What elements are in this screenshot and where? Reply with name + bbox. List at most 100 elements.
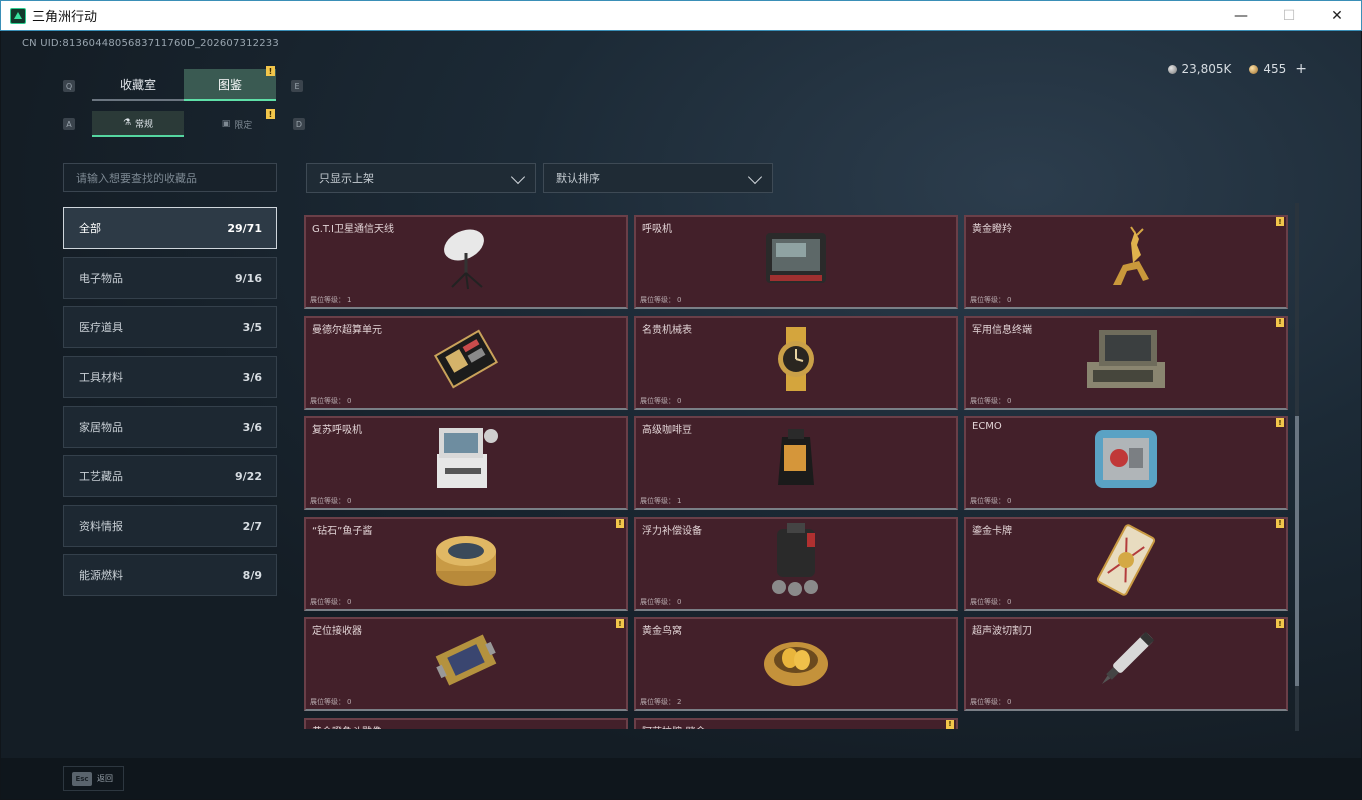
collection-item-card[interactable]: 高级咖啡豆展位等级： 1 [634, 416, 958, 510]
collection-item-card[interactable]: G.T.I卫星通信天线 展位等级： 1 [304, 215, 628, 309]
grid-scrollbar[interactable] [1295, 203, 1299, 731]
booth-level-value: 0 [1007, 698, 1012, 706]
booth-level-label: 展位等级： [970, 597, 1005, 606]
booth-level: 展位等级： 0 [310, 597, 351, 607]
display-filter-dropdown[interactable]: 只显示上架 [306, 163, 536, 193]
booth-level-label: 展位等级： [970, 296, 1005, 304]
category-all[interactable]: 全部 29/71 [63, 207, 277, 249]
category-count: 9/16 [235, 271, 262, 285]
new-item-warning-icon: ! [1276, 217, 1284, 226]
item-name: 阿萨拉牌-赌命 [642, 723, 706, 730]
category-medical[interactable]: 医疗道具 3/5 [63, 306, 277, 348]
flask-icon: ⚗ [122, 118, 132, 128]
booth-level-value: 1 [677, 497, 682, 505]
booth-level-value: 0 [347, 497, 352, 505]
booth-level-label: 展位等级： [970, 698, 1005, 706]
category-label: 资料情报 [79, 520, 123, 533]
item-name: 浮力补偿设备 [642, 525, 702, 537]
booth-level: 展位等级： 1 [640, 496, 681, 506]
ventilator-icon [764, 231, 828, 289]
category-tools[interactable]: 工具材料 3/6 [63, 356, 277, 398]
tab-normal-label: 常规 [135, 119, 154, 130]
collection-item-card[interactable]: 黄金鸟窝 展位等级： 2 [634, 617, 958, 711]
close-button[interactable]: ✕ [1313, 1, 1361, 30]
booth-level: 展位等级： 0 [970, 697, 1011, 707]
buoyancy-device-icon [767, 522, 825, 601]
collection-item-card[interactable]: ECMO 展位等级： 0! [964, 416, 1288, 510]
collection-item-card[interactable]: 浮力补偿设备 展位等级： 0 [634, 516, 958, 611]
resuscitator-icon [431, 424, 501, 498]
caviar-tin-icon [433, 531, 499, 593]
item-name: 定位接收器 [312, 626, 362, 637]
item-name: 复苏呼吸机 [312, 425, 362, 436]
tab-normal[interactable]: ⚗ 常规 [92, 111, 184, 137]
booth-level-label: 展位等级： [310, 296, 345, 304]
collection-item-card[interactable]: 名贵机械表展位等级： 0 [634, 315, 958, 410]
tab-atlas[interactable]: 图鉴 [184, 69, 276, 101]
collection-item-card[interactable]: 军用信息终端 展位等级： 0! [964, 315, 1288, 410]
category-intel[interactable]: 资料情报 2/7 [63, 505, 277, 547]
booth-level: 展位等级： 0 [970, 396, 1011, 406]
collection-item-card[interactable]: 鎏金卡牌 展位等级： 0! [964, 516, 1288, 611]
display-filter-value: 只显示上架 [319, 172, 374, 185]
collection-item-card[interactable]: 黄金瞪羚 展位等级： 0! [964, 215, 1288, 309]
luxury-watch-icon [768, 326, 824, 395]
booth-level-value: 1 [347, 296, 352, 304]
add-currency-button[interactable]: + [1295, 61, 1307, 77]
item-name: 黄金瞪角斗雕像 [312, 723, 382, 730]
key-hint-a: A [63, 118, 75, 130]
item-name: 超声波切割刀 [972, 626, 1032, 637]
category-count: 3/5 [242, 320, 262, 334]
collection-item-card[interactable]: 阿萨拉牌-赌命展位等级：! [634, 717, 958, 730]
gps-receiver-icon [432, 626, 500, 698]
booth-level-value: 0 [347, 597, 352, 606]
key-hint-d: D [293, 118, 305, 130]
collection-item-card[interactable]: 曼德尔超算单元 展位等级： 0 [304, 315, 628, 410]
silver-currency: 23,805K [1167, 62, 1231, 76]
booth-level: 展位等级： 0 [970, 295, 1011, 305]
category-electronics[interactable]: 电子物品 9/16 [63, 257, 277, 299]
booth-level: 展位等级： 0 [640, 396, 681, 406]
footer-bar: Esc 返回 [1, 758, 1361, 799]
item-name: 名贵机械表 [642, 324, 692, 336]
category-energy[interactable]: 能源燃料 8/9 [63, 554, 277, 596]
sort-value: 默认排序 [556, 172, 600, 185]
tab-collection-room[interactable]: 收藏室 [92, 69, 184, 101]
sort-dropdown[interactable]: 默认排序 [543, 163, 773, 193]
booth-level-value: 0 [677, 296, 682, 304]
scrollbar-thumb[interactable] [1295, 416, 1299, 686]
atlas-warning-badge: ! [266, 66, 275, 76]
booth-level-value: 0 [1007, 396, 1012, 405]
item-grid: G.T.I卫星通信天线 展位等级： 1 呼吸机 展位等级： 0 黄金瞪羚 展位等级： 0! 曼德尔… [304, 201, 1298, 729]
gilded-card-icon [1096, 520, 1156, 604]
collection-item-card[interactable]: 黄金瞪角斗雕像展位等级： [304, 717, 628, 730]
back-button[interactable]: Esc 返回 [63, 766, 124, 791]
item-name: 黄金鸟窝 [642, 626, 682, 637]
new-item-warning-icon: ! [946, 719, 954, 729]
minimize-button[interactable]: — [1217, 1, 1265, 30]
collection-item-card[interactable]: 超声波切割刀 展位等级： 0! [964, 617, 1288, 711]
category-label: 全部 [79, 222, 101, 235]
category-crafts[interactable]: 工艺藏品 9/22 [63, 455, 277, 497]
coffee-bag-icon [774, 429, 818, 493]
collection-item-card[interactable]: 复苏呼吸机 展位等级： 0 [304, 416, 628, 510]
collection-item-card[interactable]: 定位接收器 展位等级： 0! [304, 617, 628, 711]
app-logo-icon [10, 7, 26, 24]
search-input[interactable]: 请输入想要查找的收藏品 [63, 163, 277, 192]
item-name: “钻石”鱼子酱 [312, 525, 373, 537]
collection-item-card[interactable]: 呼吸机 展位等级： 0 [634, 215, 958, 309]
category-label: 工艺藏品 [79, 470, 123, 483]
collection-item-card[interactable]: “钻石”鱼子酱 展位等级： 0! [304, 516, 628, 611]
limited-warning-badge: ! [266, 109, 275, 119]
booth-level-label: 展位等级： [640, 497, 675, 505]
user-uid: CN UID:8136044805683711760D_202607312233 [22, 38, 279, 49]
category-label: 医疗道具 [79, 321, 123, 334]
booth-level: 展位等级： 0 [310, 697, 351, 707]
item-name: 曼德尔超算单元 [312, 324, 382, 336]
item-name: 鎏金卡牌 [972, 525, 1012, 537]
category-household[interactable]: 家居物品 3/6 [63, 406, 277, 448]
maximize-button[interactable]: ☐ [1265, 1, 1313, 30]
booth-level-value: 0 [677, 396, 682, 405]
gold-gazelle-icon [1093, 225, 1159, 295]
item-name: 高级咖啡豆 [642, 425, 692, 436]
